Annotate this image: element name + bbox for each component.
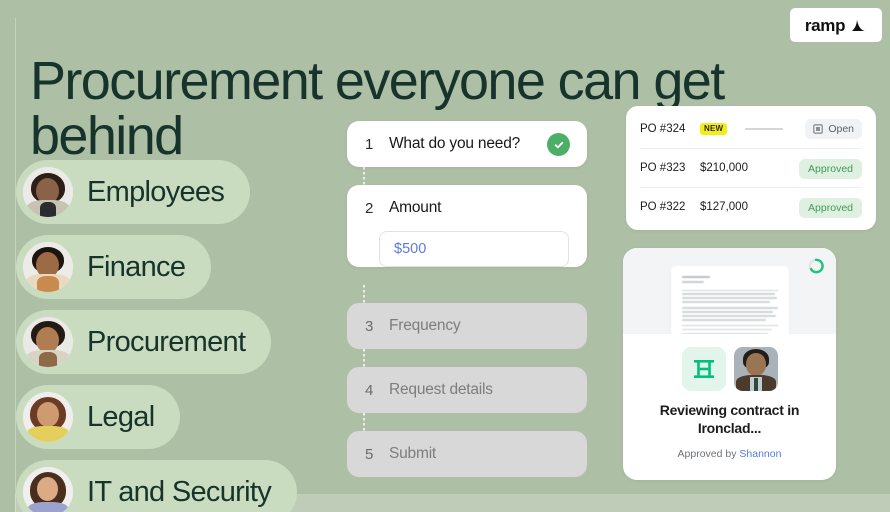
step-frequency[interactable]: 3 Frequency bbox=[347, 303, 587, 349]
step-amount[interactable]: 2 Amount $500 bbox=[347, 185, 587, 267]
step-number: 3 bbox=[365, 317, 374, 335]
step-title: Amount bbox=[389, 199, 442, 216]
request-form-stepper: 1 What do you need? 2 Amount $500 3 Freq… bbox=[347, 121, 587, 477]
approver-name[interactable]: Shannon bbox=[739, 448, 781, 460]
table-row[interactable]: PO #323 $210,000 Approved bbox=[640, 149, 862, 188]
document-icon bbox=[813, 124, 824, 134]
table-row[interactable]: PO #322 $127,000 Approved bbox=[640, 188, 862, 226]
status-badge: Approved bbox=[799, 159, 862, 179]
avatar-finance bbox=[23, 242, 73, 292]
role-pill-procurement[interactable]: Procurement bbox=[16, 310, 272, 374]
open-button-label: Open bbox=[828, 123, 854, 135]
step-number: 2 bbox=[365, 199, 374, 217]
document-thumbnail bbox=[670, 266, 789, 334]
step-number: 4 bbox=[365, 381, 374, 399]
avatar-employees bbox=[23, 167, 73, 217]
step-title: Frequency bbox=[389, 317, 461, 334]
role-pill-list: Employees Finance Procurement Legal IT a… bbox=[16, 160, 298, 512]
contract-review-card: Reviewing contract in Ironclad... Approv… bbox=[623, 248, 836, 480]
purchase-orders-card: PO #324 NEW Open PO #323 $210,000 Approv… bbox=[626, 106, 876, 230]
approved-prefix: Approved by bbox=[677, 448, 740, 460]
role-label: IT and Security bbox=[87, 475, 272, 508]
po-id: PO #322 bbox=[640, 201, 686, 213]
participant-icons bbox=[635, 347, 824, 391]
amount-value: $500 bbox=[394, 241, 427, 257]
step-connector bbox=[363, 285, 365, 303]
role-pill-finance[interactable]: Finance bbox=[16, 235, 212, 299]
step-connector bbox=[363, 349, 365, 367]
role-label: Employees bbox=[87, 175, 225, 208]
step-number: 5 bbox=[365, 445, 374, 463]
avatar-legal bbox=[23, 392, 73, 442]
po-amount: $210,000 bbox=[700, 162, 748, 174]
step-title: Submit bbox=[389, 445, 437, 462]
step-what-do-you-need[interactable]: 1 What do you need? bbox=[347, 121, 587, 167]
promo-canvas: ramp Procurement everyone can get behind… bbox=[0, 0, 890, 512]
reviewer-avatar bbox=[733, 347, 778, 391]
role-label: Finance bbox=[87, 250, 186, 283]
role-label: Procurement bbox=[87, 325, 246, 358]
step-number: 1 bbox=[365, 135, 374, 153]
contract-status-title: Reviewing contract in Ironclad... bbox=[659, 402, 800, 436]
ramp-swoosh-icon bbox=[852, 19, 866, 31]
po-amount: $127,000 bbox=[700, 201, 748, 213]
check-circle-icon bbox=[547, 133, 570, 156]
po-id: PO #323 bbox=[640, 162, 686, 174]
logo-wordmark: ramp bbox=[804, 15, 846, 35]
placeholder-dash bbox=[745, 128, 784, 130]
step-request-details[interactable]: 4 Request details bbox=[347, 367, 587, 413]
avatar-it-security bbox=[23, 467, 73, 512]
role-pill-legal[interactable]: Legal bbox=[16, 385, 181, 449]
role-pill-it-security[interactable]: IT and Security bbox=[16, 460, 298, 512]
status-badge-new: NEW bbox=[700, 123, 728, 135]
approved-by-line: Approved by Shannon bbox=[635, 448, 824, 460]
po-id: PO #324 bbox=[640, 123, 686, 135]
step-title: What do you need? bbox=[389, 135, 521, 152]
step-submit[interactable]: 5 Submit bbox=[347, 431, 587, 477]
amount-input[interactable]: $500 bbox=[379, 231, 569, 267]
open-button[interactable]: Open bbox=[805, 119, 862, 139]
step-connector bbox=[363, 167, 365, 185]
avatar-procurement bbox=[23, 317, 73, 367]
step-title: Request details bbox=[389, 381, 493, 398]
status-badge: Approved bbox=[799, 198, 862, 218]
loading-spinner-icon bbox=[808, 258, 824, 274]
ramp-logo[interactable]: ramp bbox=[790, 8, 882, 42]
contract-preview bbox=[623, 248, 836, 334]
step-connector bbox=[363, 413, 365, 431]
role-pill-employees[interactable]: Employees bbox=[16, 160, 251, 224]
table-row[interactable]: PO #324 NEW Open bbox=[640, 110, 862, 149]
ironclad-logo-icon bbox=[681, 347, 726, 391]
role-label: Legal bbox=[87, 400, 155, 433]
